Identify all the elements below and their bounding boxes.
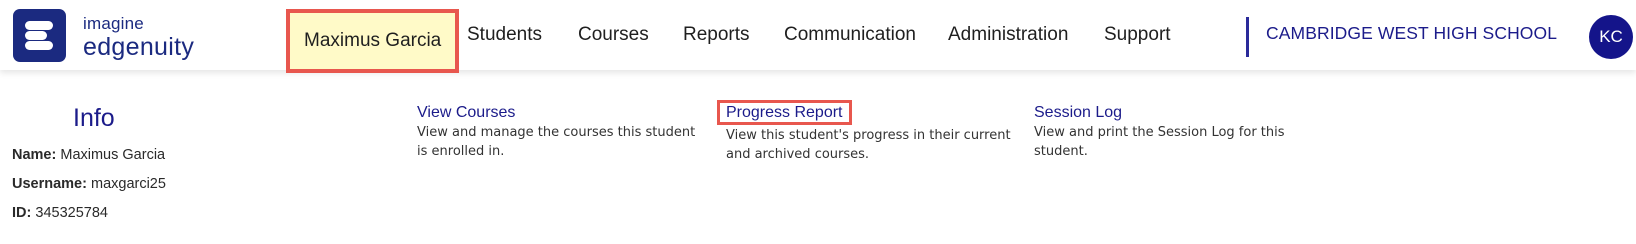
logo-text-imagine: imagine [83, 14, 144, 33]
progress-report-description: View this student's progress in their cu… [726, 128, 1011, 162]
session-log-description: View and print the Session Log for this … [1034, 125, 1285, 159]
card-progress-report: Progress Report View this student's prog… [717, 100, 1016, 164]
nav-divider [1246, 17, 1249, 57]
nav-communication[interactable]: Communication [770, 0, 930, 70]
info-id-row: ID: 345325784 [12, 205, 108, 221]
info-name-row: Name: Maximus Garcia [12, 147, 165, 163]
nav-reports[interactable]: Reports [669, 0, 764, 70]
info-username-row: Username: maxgarci25 [12, 176, 166, 192]
nav-administration[interactable]: Administration [934, 0, 1082, 70]
info-id-label: ID: [12, 205, 32, 221]
progress-report-link[interactable]: Progress Report [717, 100, 852, 125]
edgenuity-logo-icon[interactable] [13, 9, 66, 62]
card-session-log: Session Log View and print the Session L… [1034, 103, 1324, 161]
info-heading: Info [73, 104, 115, 132]
view-courses-description: View and manage the courses this student… [417, 125, 696, 159]
nav-support[interactable]: Support [1090, 0, 1185, 70]
session-log-link[interactable]: Session Log [1034, 103, 1122, 122]
top-nav-bar: imagine edgenuity Maximus Garcia Student… [0, 0, 1636, 73]
nav-student-maximus-garcia[interactable]: Maximus Garcia [286, 9, 460, 73]
info-username-label: Username: [12, 176, 87, 192]
school-name[interactable]: CAMBRIDGE WEST HIGH SCHOOL [1266, 23, 1557, 44]
info-name-label: Name: [12, 147, 57, 163]
info-username-value: maxgarci25 [90, 176, 166, 192]
logo-text-edgenuity: edgenuity [83, 33, 195, 61]
view-courses-link[interactable]: View Courses [417, 103, 515, 122]
card-view-courses: View Courses View and manage the courses… [417, 103, 707, 161]
nav-students[interactable]: Students [453, 0, 556, 70]
info-id-value: 345325784 [35, 205, 108, 221]
info-name-value: Maximus Garcia [60, 147, 166, 163]
nav-courses[interactable]: Courses [564, 0, 663, 70]
user-avatar[interactable]: KC [1589, 15, 1633, 59]
